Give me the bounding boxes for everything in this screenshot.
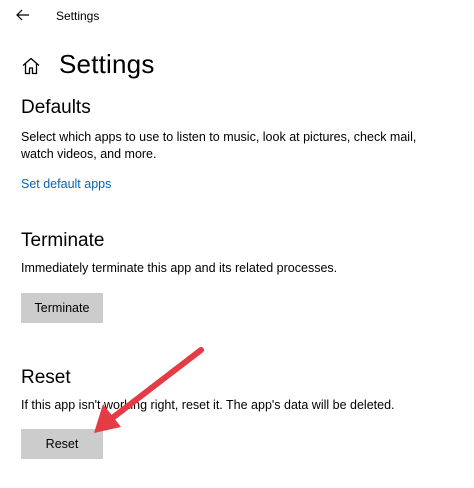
- terminate-heading: Terminate: [21, 230, 105, 251]
- window-title: Settings: [56, 9, 100, 23]
- page-title: Settings: [59, 49, 155, 79]
- arrow-left-icon: [16, 9, 29, 21]
- back-button[interactable]: [12, 4, 34, 26]
- set-default-apps-link[interactable]: Set default apps: [21, 177, 111, 191]
- defaults-description-line1: Select which apps to use to listen to mu…: [21, 130, 417, 144]
- reset-description: If this app isn't working right, reset i…: [21, 398, 395, 412]
- title-bar: Settings: [0, 0, 474, 30]
- reset-button[interactable]: Reset: [21, 429, 103, 459]
- home-icon[interactable]: [21, 56, 41, 76]
- defaults-description-line2: watch videos, and more.: [21, 147, 157, 161]
- defaults-heading: Defaults: [21, 97, 91, 118]
- reset-heading: Reset: [21, 367, 71, 388]
- terminate-button[interactable]: Terminate: [21, 293, 103, 323]
- terminate-description: Immediately terminate this app and its r…: [21, 261, 338, 275]
